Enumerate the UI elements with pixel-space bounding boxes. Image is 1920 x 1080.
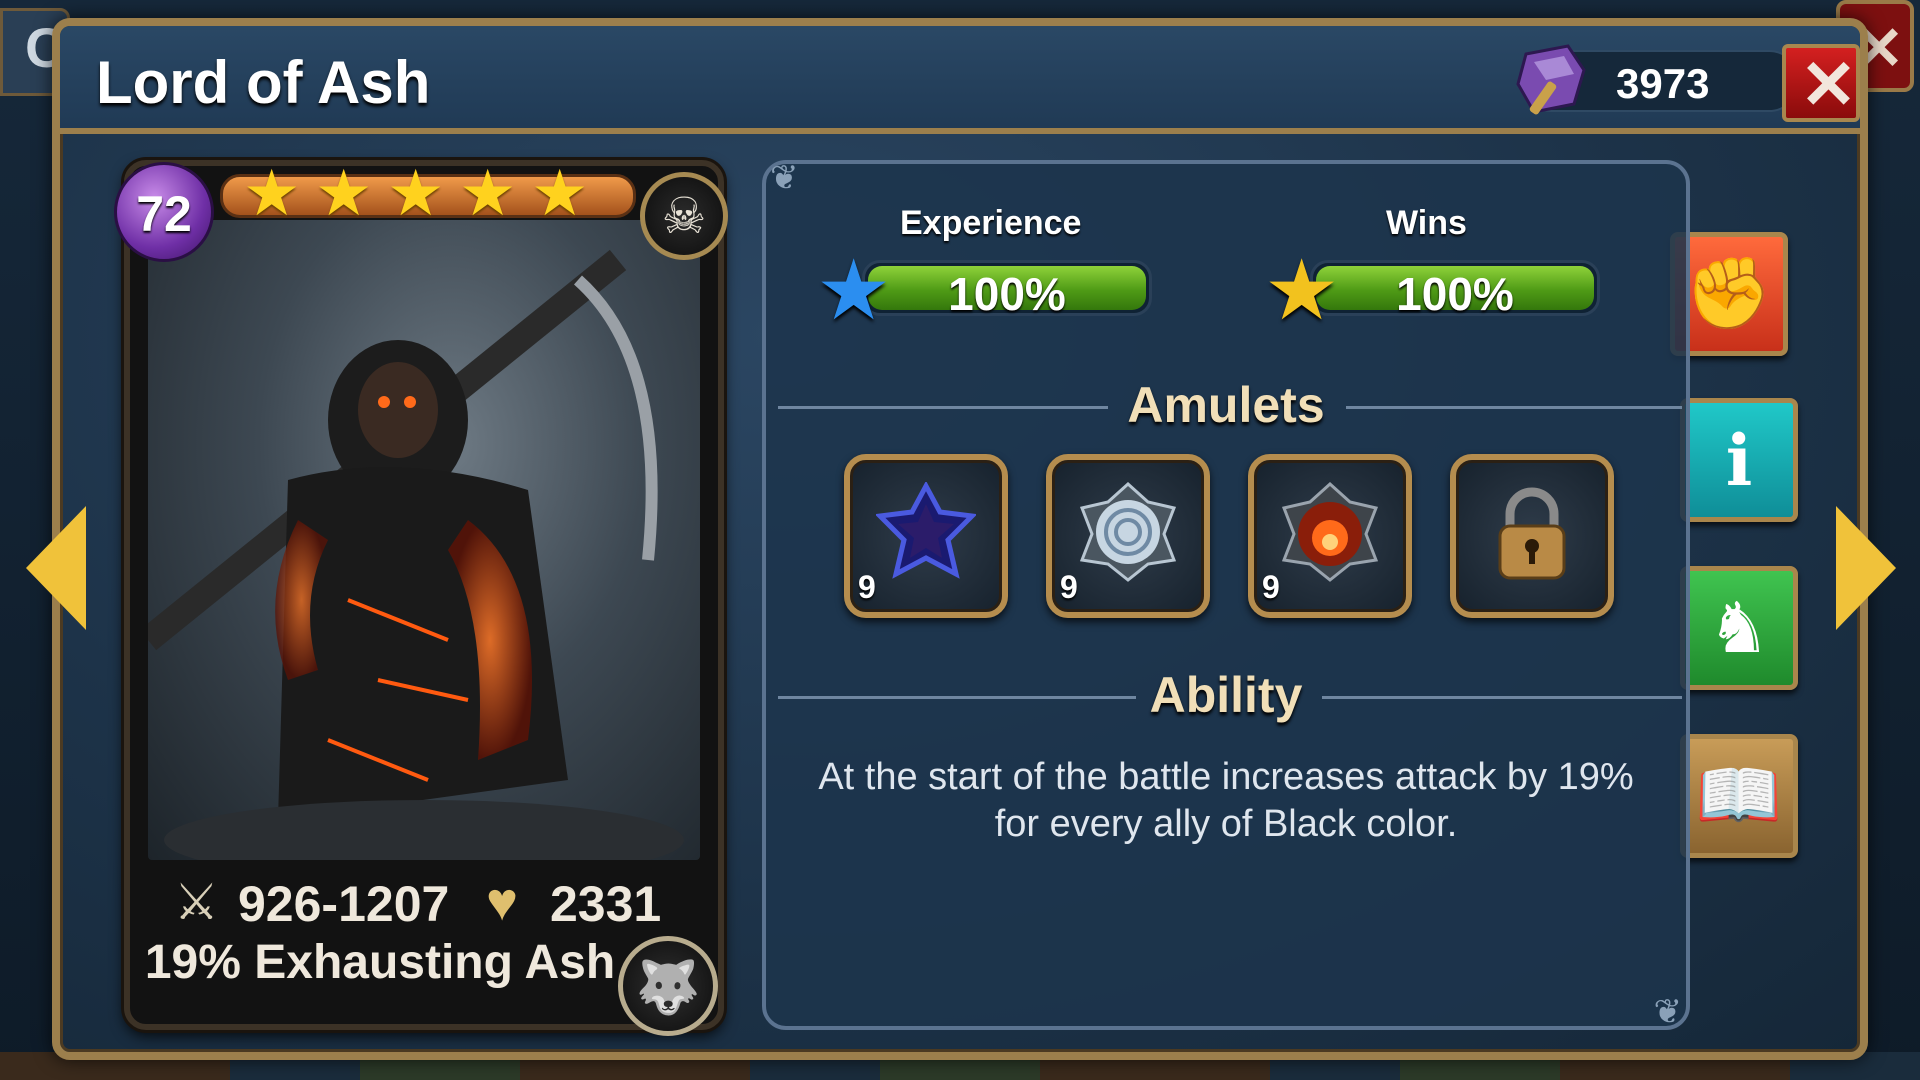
title-bar: Lord of Ash 3973 ✕ xyxy=(60,26,1860,134)
crossed-swords-icon: ⚔ xyxy=(174,874,219,930)
fist-icon: ✊ xyxy=(1685,254,1773,332)
ability-title: Ability xyxy=(1149,667,1303,723)
close-button[interactable]: ✕ xyxy=(1782,44,1860,123)
close-icon: ✕ xyxy=(1800,47,1857,123)
gold-star-icon: ★ xyxy=(1264,243,1340,337)
star-icon: ★ xyxy=(531,157,589,229)
padlock-icon xyxy=(1498,487,1566,580)
dark-blue-star-amulet-icon xyxy=(876,482,976,579)
blue-star-icon: ★ xyxy=(816,243,892,337)
trophy-crystal-icon xyxy=(1516,44,1586,115)
hero-portrait xyxy=(148,220,700,860)
ability-description-line-2: for every ally of Black color. xyxy=(994,803,1458,845)
hero-stats: ⚔ 926-1207 ♥ 2331 xyxy=(174,871,694,932)
info-button[interactable]: i xyxy=(1680,398,1798,522)
corner-ornament: ❦ xyxy=(770,159,799,197)
lore-button[interactable]: 📖 xyxy=(1680,734,1798,858)
ability-summary: 19% Exhausting Ash xyxy=(144,936,616,989)
wins-value: 100% xyxy=(1396,268,1514,320)
amulet-slot-1[interactable]: 9 xyxy=(844,454,1008,618)
currency-display: 3973 xyxy=(1516,44,1800,115)
info-icon: i xyxy=(1725,419,1753,502)
next-hero-arrow[interactable] xyxy=(1836,506,1896,630)
hero-artwork xyxy=(148,249,684,860)
hero-level-badge: 72 xyxy=(114,162,214,262)
experience-label: Experience xyxy=(900,204,1082,242)
amulet-slot-4-locked[interactable] xyxy=(1450,454,1614,618)
amulet-slot-3[interactable]: 9 xyxy=(1248,454,1412,618)
star-rating-bar: ★ ★ ★ ★ ★ xyxy=(220,161,636,225)
wins-label: Wins xyxy=(1386,204,1467,242)
amulet-slot-2[interactable]: 9 xyxy=(1046,454,1210,618)
star-icon: ★ xyxy=(315,157,373,229)
heart-icon: ♥ xyxy=(486,872,519,932)
previous-hero-arrow[interactable] xyxy=(26,506,86,630)
hero-upgrade-icon: ♞ xyxy=(1707,589,1771,667)
class-beast-icon: 🐺 xyxy=(618,936,718,1036)
red-fire-amulet-icon xyxy=(1281,482,1379,582)
book-icon: 📖 xyxy=(1695,756,1783,834)
hero-info-box: ❦ ❦ Experience 100% ★ Wins 100% ★ Amulet… xyxy=(762,159,1690,1031)
amulet-level: 9 xyxy=(1262,569,1280,605)
wins-bar: 100% xyxy=(1310,260,1600,320)
ability-description-line-1: At the start of the battle increases att… xyxy=(818,756,1634,798)
amulet-level: 9 xyxy=(858,569,876,605)
experience-bar: 100% xyxy=(862,260,1152,320)
health-value: 2331 xyxy=(550,876,662,932)
hero-upgrade-button[interactable]: ♞ xyxy=(1680,566,1798,690)
corner-ornament: ❦ xyxy=(1653,993,1683,1031)
experience-value: 100% xyxy=(948,268,1066,320)
hero-level: 72 xyxy=(136,186,192,242)
amulet-level: 9 xyxy=(1060,569,1078,605)
star-icon: ★ xyxy=(387,157,445,229)
star-icon: ★ xyxy=(459,157,517,229)
star-icon: ★ xyxy=(243,157,301,229)
faction-skull-icon: ☠ xyxy=(640,172,728,260)
hero-card: ★ ★ ★ ★ ★ 72 ☠ ⚔ 926-1207 ♥ 2331 19% Exh… xyxy=(114,160,728,1036)
attack-value: 926-1207 xyxy=(238,876,450,932)
hero-name-title: Lord of Ash xyxy=(96,49,431,116)
silver-swirl-amulet-icon xyxy=(1079,482,1177,582)
ability-description: At the start of the battle increases att… xyxy=(790,754,1662,848)
amulets-title: Amulets xyxy=(1127,377,1325,433)
currency-value: 3973 xyxy=(1616,60,1710,107)
